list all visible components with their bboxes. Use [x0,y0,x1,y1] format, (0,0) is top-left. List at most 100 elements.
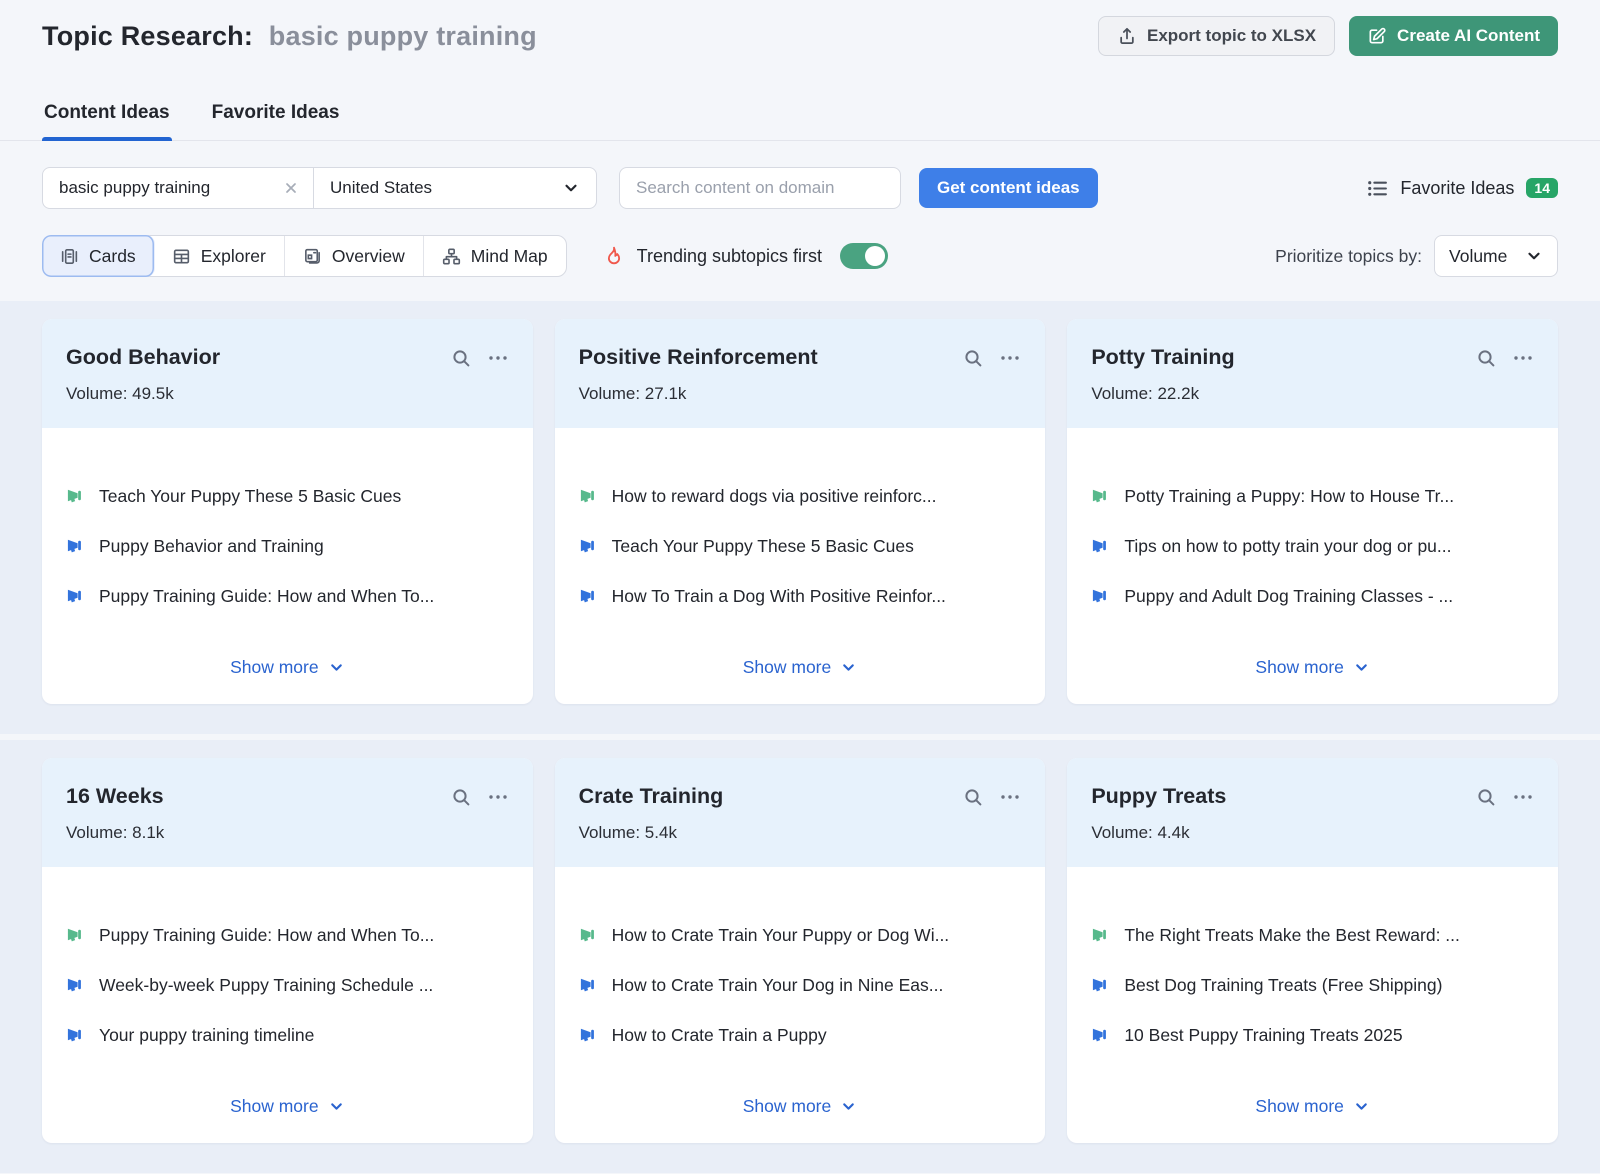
search-icon[interactable] [451,787,471,807]
clear-query-icon[interactable] [283,180,299,196]
content-idea-text: Teach Your Puppy These 5 Basic Cues [612,534,914,558]
content-idea-item[interactable]: Potty Training a Puppy: How to House Tr.… [1091,484,1534,511]
content-idea-item[interactable]: How To Train a Dog With Positive Reinfor… [579,584,1022,611]
megaphone-icon [66,536,85,561]
more-options-icon[interactable] [1512,348,1534,368]
search-row: United States Get content ideas Favorite… [42,167,1558,209]
search-icon[interactable] [963,348,983,368]
content-idea-item[interactable]: Puppy Training Guide: How and When To... [66,923,509,950]
header-actions: Export topic to XLSX Create AI Content [1098,16,1558,56]
export-xlsx-button[interactable]: Export topic to XLSX [1098,16,1335,56]
more-options-icon[interactable] [1512,787,1534,807]
content-idea-item[interactable]: Teach Your Puppy These 5 Basic Cues [579,534,1022,561]
card-title[interactable]: Puppy Treats [1091,784,1226,809]
megaphone-icon [579,975,598,1000]
content-idea-item[interactable]: How to reward dogs via positive reinforc… [579,484,1022,511]
sort-by-select[interactable]: Volume [1434,235,1558,277]
megaphone-icon [579,586,598,611]
topic-card-16-weeks: 16 Weeks Volume: 8.1k Puppy Training Gui… [42,758,533,1143]
megaphone-icon [1091,925,1110,950]
domain-search-input[interactable] [619,167,901,209]
more-options-icon[interactable] [999,787,1021,807]
card-header: Good Behavior Volume: 49.5k [42,319,533,428]
content-idea-item[interactable]: Puppy Training Guide: How and When To... [66,584,509,611]
content-idea-item[interactable]: 10 Best Puppy Training Treats 2025 [1091,1023,1534,1050]
page-header: Topic Research: basic puppy training Exp… [0,0,1600,58]
search-icon[interactable] [1476,348,1496,368]
megaphone-icon [1091,1025,1110,1050]
content-idea-item[interactable]: How to Crate Train a Puppy [579,1023,1022,1050]
chevron-down-icon [328,1098,345,1115]
content-idea-item[interactable]: The Right Treats Make the Best Reward: .… [1091,923,1534,950]
topic-card-potty-training: Potty Training Volume: 22.2k Potty Train… [1067,319,1558,704]
show-more-link[interactable]: Show more [66,657,509,680]
content-idea-item[interactable]: Your puppy training timeline [66,1023,509,1050]
toggle-knob [865,246,885,266]
megaphone-icon [579,1025,598,1050]
view-explorer-button[interactable]: Explorer [154,236,285,276]
content-idea-item[interactable]: Week-by-week Puppy Training Schedule ... [66,973,509,1000]
sort-by-value: Volume [1449,246,1507,267]
content-idea-text: Your puppy training timeline [99,1023,314,1047]
tab-content-ideas[interactable]: Content Ideas [42,92,172,140]
overview-view-icon [303,247,322,266]
search-icon[interactable] [963,787,983,807]
show-more-link[interactable]: Show more [579,1096,1022,1119]
content-idea-item[interactable]: How to Crate Train Your Puppy or Dog Wi.… [579,923,1022,950]
create-ai-content-button[interactable]: Create AI Content [1349,16,1558,56]
search-icon[interactable] [451,348,471,368]
cards-view-icon [60,247,79,266]
card-title[interactable]: Positive Reinforcement [579,345,818,370]
trending-toggle[interactable] [840,243,888,269]
megaphone-icon [1091,975,1110,1000]
more-options-icon[interactable] [487,348,509,368]
show-more-link[interactable]: Show more [1091,1096,1534,1119]
content-idea-item[interactable]: How to Crate Train Your Dog in Nine Eas.… [579,973,1022,1000]
export-icon [1117,26,1137,46]
megaphone-icon [1091,486,1110,511]
card-body: The Right Treats Make the Best Reward: .… [1067,867,1558,1143]
card-title[interactable]: 16 Weeks [66,784,164,809]
content-idea-item[interactable]: Tips on how to potty train your dog or p… [1091,534,1534,561]
card-header: Potty Training Volume: 22.2k [1067,319,1558,428]
topic-query-field[interactable] [43,168,313,208]
view-explorer-label: Explorer [201,246,266,267]
card-header: Crate Training Volume: 5.4k [555,758,1046,867]
card-volume: Volume: 5.4k [579,823,1022,843]
filters-toolbar: United States Get content ideas Favorite… [0,141,1600,301]
view-cards-button[interactable]: Cards [42,235,155,277]
content-idea-item[interactable]: Puppy and Adult Dog Training Classes - .… [1091,584,1534,611]
chevron-down-icon [1525,247,1543,265]
content-idea-item[interactable]: Best Dog Training Treats (Free Shipping) [1091,973,1534,1000]
more-options-icon[interactable] [999,348,1021,368]
show-more-link[interactable]: Show more [66,1096,509,1119]
tab-favorite-ideas[interactable]: Favorite Ideas [210,92,342,140]
topic-card-crate-training: Crate Training Volume: 5.4k How to Crate… [555,758,1046,1143]
search-icon[interactable] [1476,787,1496,807]
content-idea-item[interactable]: Teach Your Puppy These 5 Basic Cues [66,484,509,511]
topic-query-input[interactable] [59,178,271,198]
create-ai-label: Create AI Content [1397,26,1540,46]
favorite-ideas-link[interactable]: Favorite Ideas 14 [1367,178,1558,199]
flame-icon [603,245,625,267]
more-options-icon[interactable] [487,787,509,807]
card-title[interactable]: Crate Training [579,784,724,809]
megaphone-icon [66,1025,85,1050]
page-title-query: basic puppy training [269,21,537,51]
card-body: How to reward dogs via positive reinforc… [555,428,1046,704]
view-mindmap-button[interactable]: Mind Map [424,236,566,276]
chevron-down-icon [840,1098,857,1115]
content-idea-text: How To Train a Dog With Positive Reinfor… [612,584,946,608]
show-more-link[interactable]: Show more [1091,657,1534,680]
get-content-ideas-button[interactable]: Get content ideas [919,168,1098,208]
cards-section-row-2: 16 Weeks Volume: 8.1k Puppy Training Gui… [0,740,1600,1173]
show-more-link[interactable]: Show more [579,657,1022,680]
content-idea-item[interactable]: Puppy Behavior and Training [66,534,509,561]
view-overview-button[interactable]: Overview [285,236,424,276]
card-title[interactable]: Potty Training [1091,345,1234,370]
country-select[interactable]: United States [314,168,596,208]
card-title[interactable]: Good Behavior [66,345,220,370]
chevron-down-icon [562,179,580,197]
tab-content-ideas-label: Content Ideas [44,102,170,123]
content-idea-text: Puppy Behavior and Training [99,534,324,558]
